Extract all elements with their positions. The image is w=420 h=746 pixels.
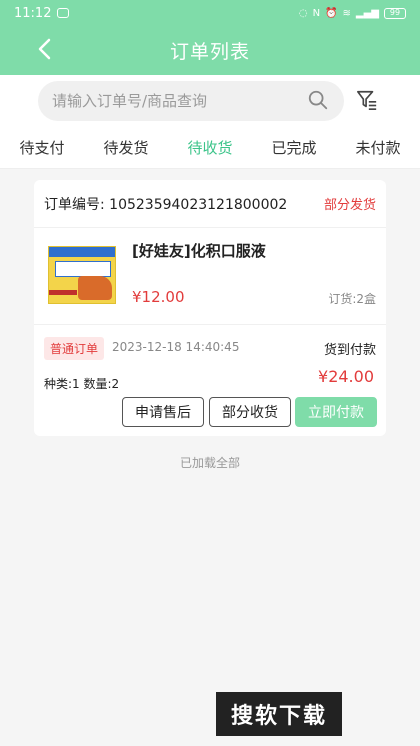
pay-now-button[interactable]: 立即付款 — [295, 397, 377, 427]
order-tabs: 待支付 待发货 待收货 已完成 未付款 — [0, 127, 420, 169]
alarm-icon: ⏰ — [325, 7, 338, 19]
product-price: ¥12.00 — [132, 288, 185, 306]
order-type-tag: 普通订单 — [44, 337, 105, 360]
back-arrow-icon[interactable] — [34, 37, 58, 61]
product-quantity: 订货:2盒 — [328, 292, 376, 306]
order-number: 订单编号: 10523594023121800002 — [44, 196, 288, 213]
page-title: 订单列表 — [169, 41, 250, 63]
signal-icon: ▂▄▆ — [355, 7, 379, 19]
status-time: 11:12 — [14, 5, 52, 21]
wifi-icon: ≋ — [342, 7, 351, 19]
page-header: 订单列表 — [0, 26, 420, 75]
order-counts: 种类:1 数量:2 — [44, 377, 120, 391]
order-total: ¥24.00 — [318, 367, 374, 386]
payment-method: 货到付款 — [323, 343, 376, 358]
product-name: [好娃友]化积口服液 — [132, 242, 266, 260]
tab-completed[interactable]: 已完成 — [271, 131, 316, 164]
tab-pending-receipt[interactable]: 待收货 — [187, 131, 232, 164]
after-sale-button[interactable]: 申请售后 — [122, 397, 204, 427]
tab-pending-shipment[interactable]: 待发货 — [103, 131, 148, 164]
filter-icon[interactable] — [356, 89, 378, 111]
tab-unpaid[interactable]: 未付款 — [355, 131, 400, 164]
notification-icon: ◌ — [298, 7, 308, 19]
list-end-text: 已加载全部 — [179, 456, 240, 470]
nfc-icon: N — [312, 7, 321, 19]
watermark: 搜软下载 — [216, 692, 342, 736]
status-bar: 11:12 ◌ N ⏰ ≋ ▂▄▆ 99 — [0, 0, 420, 26]
product-image — [48, 246, 116, 304]
search-icon[interactable] — [307, 89, 329, 111]
search-bar — [0, 75, 420, 127]
battery-icon: 99 — [384, 7, 406, 19]
top-bar: 11:12 ◌ N ⏰ ≋ ▂▄▆ 99 订单列表 — [0, 0, 420, 75]
order-card[interactable]: 订单编号: 10523594023121800002 部分发货 [好娃友]化积口… — [34, 180, 386, 436]
order-footer: 普通订单 2023-12-18 14:40:45 货到付款 种类:1 数量:2 … — [34, 325, 386, 435]
search-input[interactable] — [38, 81, 344, 121]
order-header: 订单编号: 10523594023121800002 部分发货 — [34, 180, 386, 228]
tab-pending-payment[interactable]: 待支付 — [19, 131, 64, 164]
message-icon — [57, 8, 70, 18]
product-row[interactable]: [好娃友]化积口服液 — [34, 228, 386, 325]
order-status-badge: 部分发货 — [323, 198, 376, 213]
order-time: 2023-12-18 14:40:45 — [112, 340, 240, 354]
partial-receive-button[interactable]: 部分收货 — [209, 397, 291, 427]
